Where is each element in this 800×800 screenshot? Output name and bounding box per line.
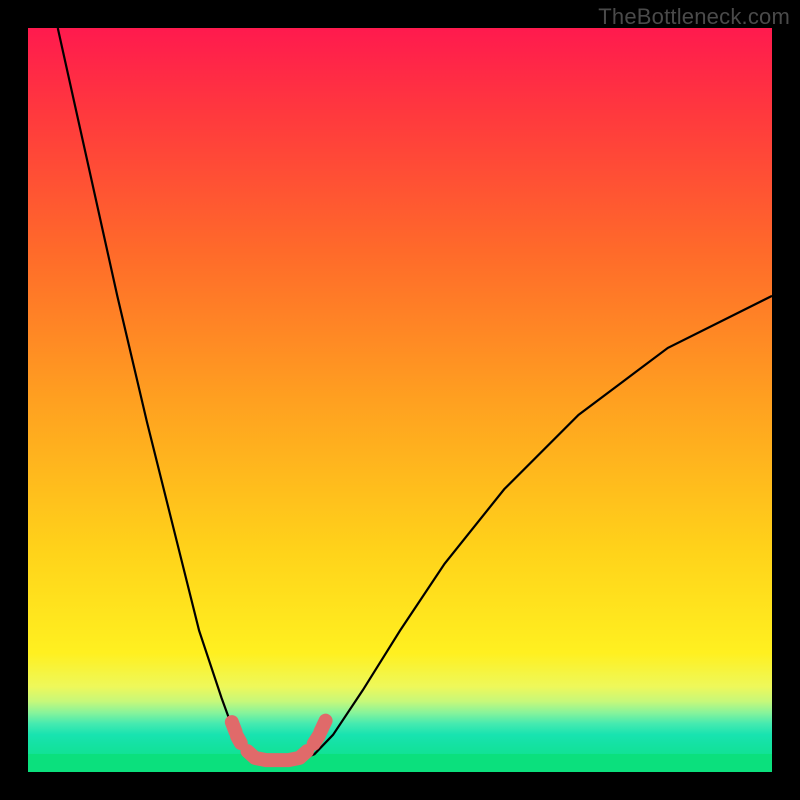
series-right-bead-upper: [320, 721, 325, 732]
series-left-bead-lower: [237, 736, 241, 743]
watermark-text: TheBottleneck.com: [598, 4, 790, 30]
series-left-arm: [58, 28, 255, 759]
series-right-arm: [303, 296, 772, 759]
curve-layer: [28, 28, 772, 772]
series-trough-thick: [247, 751, 307, 760]
outer-frame: TheBottleneck.com: [0, 0, 800, 800]
plot-area: [28, 28, 772, 772]
